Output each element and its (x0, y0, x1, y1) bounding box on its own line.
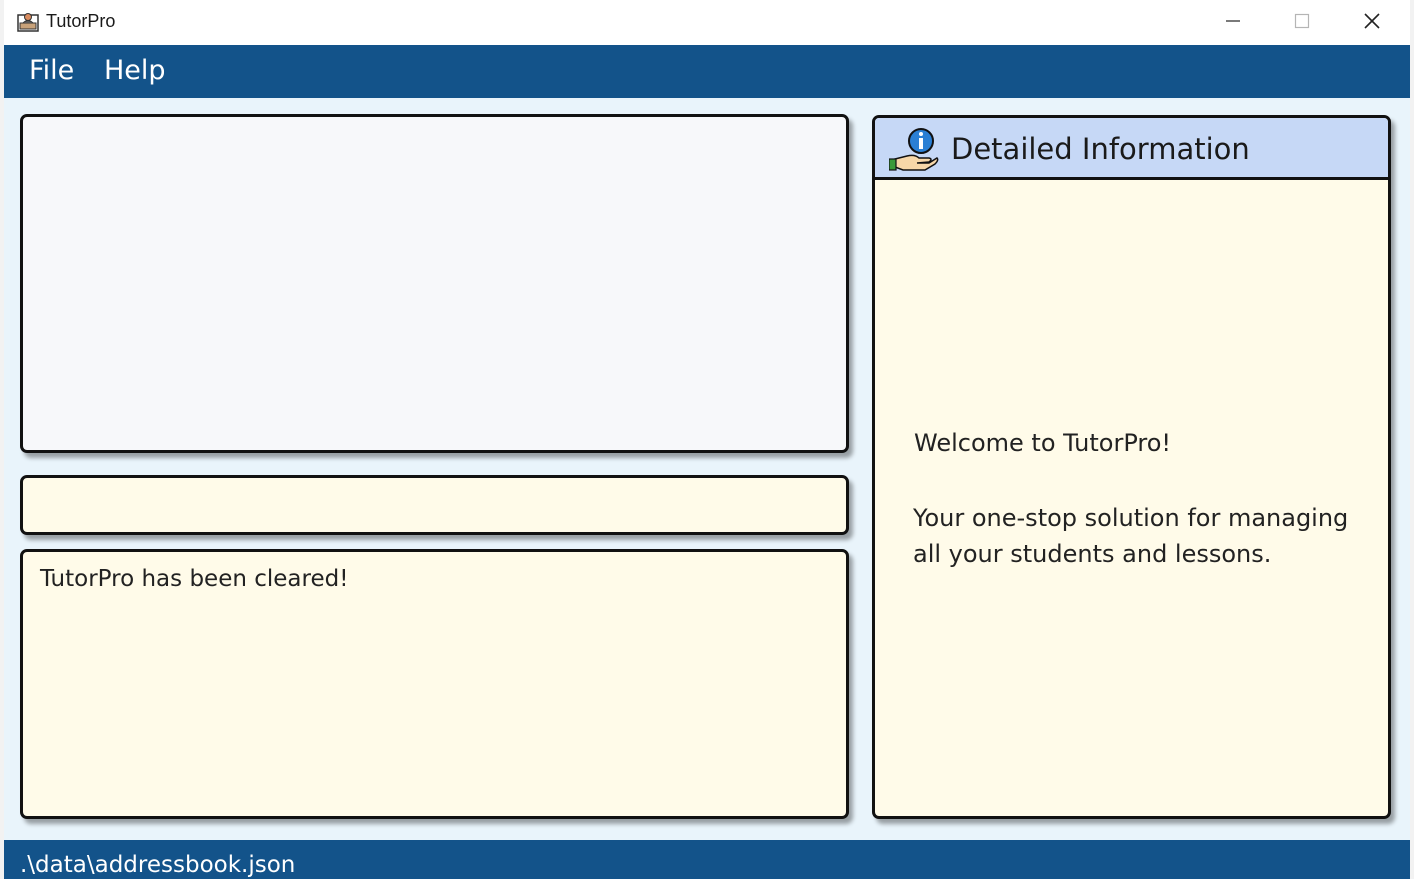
command-input[interactable] (31, 486, 840, 526)
menu-file[interactable]: File (29, 55, 74, 86)
welcome-heading: Welcome to TutorPro! (914, 429, 1172, 457)
window-title: TutorPro (46, 11, 116, 31)
status-bar: .\data\addressbook.json (4, 840, 1410, 879)
result-message: TutorPro has been cleared! (40, 566, 349, 592)
menu-help[interactable]: Help (104, 55, 166, 86)
detail-header: Detailed Information (875, 118, 1388, 180)
app-logo-icon (17, 10, 39, 32)
close-button[interactable] (1338, 0, 1406, 45)
welcome-tagline: Your one-stop solution for managing all … (913, 504, 1349, 568)
info-hand-icon (888, 125, 939, 173)
maximize-icon (1294, 13, 1310, 33)
close-icon (1363, 12, 1381, 34)
command-box[interactable] (20, 475, 849, 535)
student-list-panel[interactable] (20, 114, 849, 453)
title-bar[interactable]: TutorPro (4, 0, 1410, 46)
menu-bar: File Help (4, 45, 1410, 98)
minimize-icon (1225, 13, 1241, 33)
maximize-button[interactable] (1268, 0, 1336, 45)
right-window-edge (1410, 0, 1414, 879)
detail-title: Detailed Information (951, 132, 1250, 166)
result-display: TutorPro has been cleared! (20, 549, 849, 819)
minimize-button[interactable] (1199, 0, 1267, 45)
app-window: TutorPro File Help TutorPro has been cle… (4, 0, 1410, 879)
save-location-path: .\data\addressbook.json (20, 852, 296, 878)
detail-panel: Detailed Information Welcome to TutorPro… (872, 115, 1391, 819)
